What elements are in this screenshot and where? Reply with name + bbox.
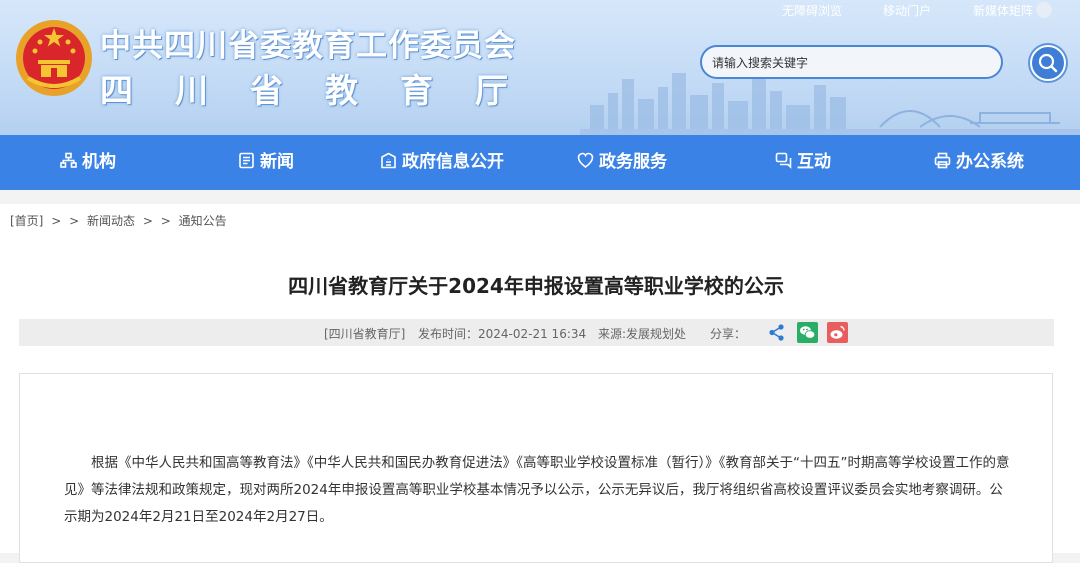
nav-item-office-system[interactable]: 办公系统 xyxy=(934,135,1024,190)
service-icon xyxy=(577,152,594,168)
org-icon xyxy=(60,152,77,168)
nav-item-gov-service[interactable]: 政务服务 xyxy=(577,135,667,190)
article-content: 根据《中华人民共和国高等教育法》《中华人民共和国民办教育促进法》《高等职业学校设… xyxy=(19,373,1053,563)
site-header: 中共四川省委教育工作委员会 四川省教育厅 无障碍浏览 移动门户 新媒体矩阵 xyxy=(0,0,1080,135)
nav-label: 政府信息公开 xyxy=(402,152,504,172)
breadcrumb-home-link[interactable]: [首页] xyxy=(10,214,43,228)
share-icon[interactable] xyxy=(766,322,787,343)
main-nav: 机构 新闻 政府信息公开 政务服务 互动 办公系统 xyxy=(0,135,1080,190)
site-subtitle: 四川省教育厅 xyxy=(100,71,550,110)
breadcrumb-separator: > xyxy=(51,214,62,228)
nav-label: 机构 xyxy=(82,152,116,172)
printer-icon xyxy=(934,152,951,169)
search-box xyxy=(700,45,1003,79)
source-tag: [四川省教育厅] xyxy=(324,327,406,341)
nav-item-gov-info[interactable]: 政府信息公开 xyxy=(380,135,504,190)
nav-label: 办公系统 xyxy=(956,152,1024,172)
chat-icon xyxy=(775,152,792,169)
new-media-icon[interactable] xyxy=(1036,2,1052,18)
weibo-icon[interactable] xyxy=(827,322,848,343)
national-emblem-logo xyxy=(16,20,92,96)
info-icon xyxy=(381,152,396,169)
breadcrumb-notice-link[interactable]: 通知公告 xyxy=(179,214,227,228)
article-meta-bar: [四川省教育厅] 发布时间：2024-02-21 16:34 来源:发展规划处 … xyxy=(19,319,1054,346)
breadcrumb-separator: > xyxy=(142,214,153,228)
mobile-portal-link[interactable]: 移动门户 xyxy=(883,2,931,19)
publish-time: 发布时间：2024-02-21 16:34 xyxy=(418,327,587,341)
article-origin: 来源:发展规划处 xyxy=(598,327,687,341)
search-button[interactable] xyxy=(1030,45,1066,81)
search-input[interactable] xyxy=(710,55,994,71)
share-label: 分享： xyxy=(710,327,747,341)
article-paragraph: 根据《中华人民共和国高等教育法》《中华人民共和国民办教育促进法》《高等职业学校设… xyxy=(64,455,1010,525)
nav-label: 互动 xyxy=(797,152,831,172)
breadcrumb-separator: > xyxy=(160,214,171,228)
breadcrumb-separator: > xyxy=(69,214,80,228)
breadcrumb-news-link[interactable]: 新闻动态 xyxy=(87,214,135,228)
nav-item-interaction[interactable]: 互动 xyxy=(775,135,831,190)
article-title: 四川省教育厅关于2024年申报设置高等职业学校的公示 xyxy=(288,274,784,298)
nav-item-news[interactable]: 新闻 xyxy=(238,135,294,190)
accessibility-link[interactable]: 无障碍浏览 xyxy=(782,2,842,19)
breadcrumb-bar: [首页] > > 新闻动态 > > 通知公告 xyxy=(0,204,1080,234)
breadcrumb: [首页] > > 新闻动态 > > 通知公告 xyxy=(10,212,231,229)
wechat-icon[interactable] xyxy=(797,322,818,343)
article-panel: 四川省教育厅关于2024年申报设置高等职业学校的公示 [四川省教育厅] 发布时间… xyxy=(0,234,1080,563)
nav-label: 政务服务 xyxy=(599,152,667,172)
nav-label: 新闻 xyxy=(260,152,294,172)
news-icon xyxy=(239,152,254,169)
nav-item-org[interactable]: 机构 xyxy=(60,135,116,190)
site-title: 中共四川省委教育工作委员会 xyxy=(100,28,516,64)
search-icon xyxy=(1038,53,1058,73)
new-media-link[interactable]: 新媒体矩阵 xyxy=(973,2,1033,19)
